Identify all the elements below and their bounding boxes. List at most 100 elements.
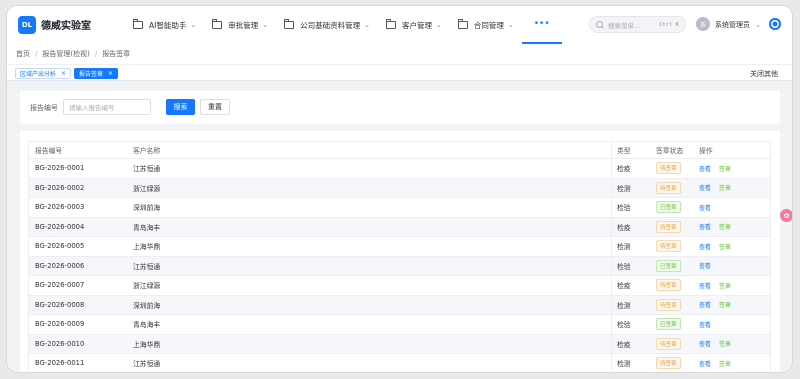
actions-cell: 查看 签章	[699, 179, 739, 198]
type-cell: 检测	[617, 243, 631, 252]
sign-link[interactable]: 签章	[719, 359, 731, 368]
report-no-cell: BG-2026-0004	[35, 222, 85, 231]
folder-icon	[284, 19, 295, 29]
table-row[interactable]: BG-2026-0001 江苏恒通 检疫 待签章 查看 签章	[29, 159, 770, 179]
breadcrumb-separator: /	[35, 50, 38, 58]
view-link[interactable]: 查看	[699, 359, 711, 368]
customer-cell: 浙江绿源	[133, 184, 161, 193]
view-link[interactable]: 查看	[699, 261, 711, 270]
filter-panel: 报告编号 请输入报告编号 搜索 重置	[20, 91, 780, 124]
sign-link[interactable]: 签章	[719, 281, 731, 290]
app-logo[interactable]: DL	[18, 16, 36, 34]
report-no-cell: BG-2026-0006	[35, 261, 85, 270]
close-others-button[interactable]: 关闭其他	[750, 69, 778, 79]
status-cell: 待签章	[656, 179, 681, 198]
column-divider	[611, 178, 612, 197]
search-placeholder: 搜索菜单...	[608, 21, 641, 30]
breadcrumb-home[interactable]: 首页	[16, 49, 30, 59]
customer-cell: 上海华鼎	[133, 243, 161, 252]
chevron-down-icon: ⌄	[190, 21, 197, 29]
table-row[interactable]: BG-2026-0010 上海华鼎 检疫 待签章 查看 签章	[29, 334, 770, 354]
view-link[interactable]: 查看	[699, 183, 711, 192]
table-row[interactable]: BG-2026-0002 浙江绿源 检测 待签章 查看 签章	[29, 178, 770, 198]
view-link[interactable]: 查看	[699, 164, 711, 173]
search-button[interactable]: 搜索	[166, 99, 195, 115]
view-link[interactable]: 查看	[699, 222, 711, 231]
sign-link[interactable]: 签章	[719, 222, 731, 231]
nav-item-label: 合同管理	[473, 20, 504, 30]
user-menu[interactable]: 系统管理员 ⌄	[715, 20, 761, 30]
type-cell: 检疫	[617, 165, 631, 174]
column-header: 类型	[617, 147, 631, 155]
nav-more-button[interactable]: •••	[521, 6, 562, 44]
table-row[interactable]: BG-2026-0008 深圳前海 检测 待签章 查看 签章	[29, 295, 770, 315]
folder-icon	[457, 19, 468, 29]
breadcrumb-current: 报告签章	[102, 50, 131, 58]
type-cell: 检疫	[617, 340, 631, 349]
breadcrumb-report-management[interactable]: 报告管理(检视)	[42, 49, 89, 59]
search-shortcut: Ctrl K	[659, 21, 679, 28]
view-link[interactable]: 查看	[699, 300, 711, 309]
actions-cell: 查看 签章	[699, 218, 739, 237]
reset-button[interactable]: 重置	[200, 99, 230, 115]
floating-assistant-icon[interactable]: ✿	[780, 209, 792, 222]
settings-icon[interactable]	[769, 18, 781, 30]
brand-title[interactable]: 德威实验室	[41, 17, 91, 32]
view-link[interactable]: 查看	[699, 281, 711, 290]
tab-regional-output[interactable]: 区域产出分析 ×	[15, 68, 72, 79]
column-divider	[611, 354, 612, 372]
nav-item-label: AI智能助手	[149, 20, 187, 30]
chevron-down-icon: ⌄	[755, 21, 762, 29]
sign-link[interactable]: 签章	[719, 339, 731, 348]
report-no-cell: BG-2026-0003	[35, 203, 85, 212]
table-row[interactable]: BG-2026-0006 江苏恒通 检验 已签章 查看	[29, 256, 770, 276]
view-link[interactable]: 查看	[699, 320, 711, 329]
table-row[interactable]: BG-2026-0005 上海华鼎 检测 待签章 查看 签章	[29, 237, 770, 257]
sign-link[interactable]: 签章	[719, 242, 731, 251]
close-icon[interactable]: ×	[61, 70, 66, 77]
status-badge: 已签章	[656, 318, 681, 331]
report-table: 报告编号 客户名称 类型 签章状态 操作 BG-2026-0001 江苏恒通 检疫待…	[28, 141, 771, 372]
tabs-bar: 区域产出分析 × 报告签章 × 关闭其他	[7, 64, 792, 81]
status-cell: 待签章	[656, 159, 681, 178]
status-cell: 待签章	[656, 276, 681, 295]
report-no-cell: BG-2026-0011	[35, 359, 85, 368]
actions-cell: 查看 签章	[699, 335, 739, 354]
status-badge: 待签章	[656, 279, 681, 292]
nav-item-contracts[interactable]: 合同管理 ⌄	[450, 6, 522, 44]
table-row[interactable]: BG-2026-0004 青岛海丰 检疫 待签章 查看 签章	[29, 217, 770, 237]
table-row[interactable]: BG-2026-0011 江苏恒通 检测 待签章 查看 签章	[29, 354, 770, 372]
column-header: 报告编号	[35, 147, 63, 155]
tab-report-signature[interactable]: 报告签章 ×	[74, 68, 119, 79]
status-cell: 待签章	[656, 237, 681, 256]
sign-link[interactable]: 签章	[719, 164, 731, 173]
type-cell: 检疫	[617, 223, 631, 232]
customer-cell: 深圳前海	[133, 301, 161, 310]
column-divider	[611, 237, 612, 256]
view-link[interactable]: 查看	[699, 203, 711, 212]
status-cell: 已签章	[656, 198, 681, 217]
nav-item-customers[interactable]: 客户管理 ⌄	[378, 6, 450, 44]
report-no-cell: BG-2026-0001	[35, 164, 85, 173]
status-badge: 待签章	[656, 220, 681, 233]
nav-item-ai-assistant[interactable]: AI智能助手 ⌄	[125, 6, 204, 44]
search-icon	[596, 21, 603, 28]
status-badge: 已签章	[656, 259, 681, 272]
sign-link[interactable]: 签章	[719, 300, 731, 309]
sign-link[interactable]: 签章	[719, 183, 731, 192]
table-row[interactable]: BG-2026-0009 青岛海丰 检验 已签章 查看	[29, 315, 770, 335]
status-badge: 待签章	[656, 357, 681, 370]
view-link[interactable]: 查看	[699, 339, 711, 348]
report-no-input[interactable]: 请输入报告编号	[63, 99, 151, 115]
close-icon[interactable]: ×	[108, 70, 113, 77]
view-link[interactable]: 查看	[699, 242, 711, 251]
type-cell: 检验	[617, 321, 631, 330]
menu-search-input[interactable]: 搜索菜单... Ctrl K	[589, 16, 686, 33]
table-row[interactable]: BG-2026-0007 浙江绿源 检疫 待签章 查看 签章	[29, 276, 770, 296]
nav-item-company-data[interactable]: 公司基础资料管理 ⌄	[276, 6, 378, 44]
avatar[interactable]: 系	[696, 17, 710, 31]
table-row[interactable]: BG-2026-0003 深圳前海 检验 已签章 查看	[29, 198, 770, 218]
table-body: BG-2026-0001 江苏恒通 检疫 待签章 查看 签章 BG-2026-0002 浙江绿…	[29, 159, 770, 372]
nav-item-approval[interactable]: 审批管理 ⌄	[204, 6, 276, 44]
status-badge: 待签章	[656, 240, 681, 253]
